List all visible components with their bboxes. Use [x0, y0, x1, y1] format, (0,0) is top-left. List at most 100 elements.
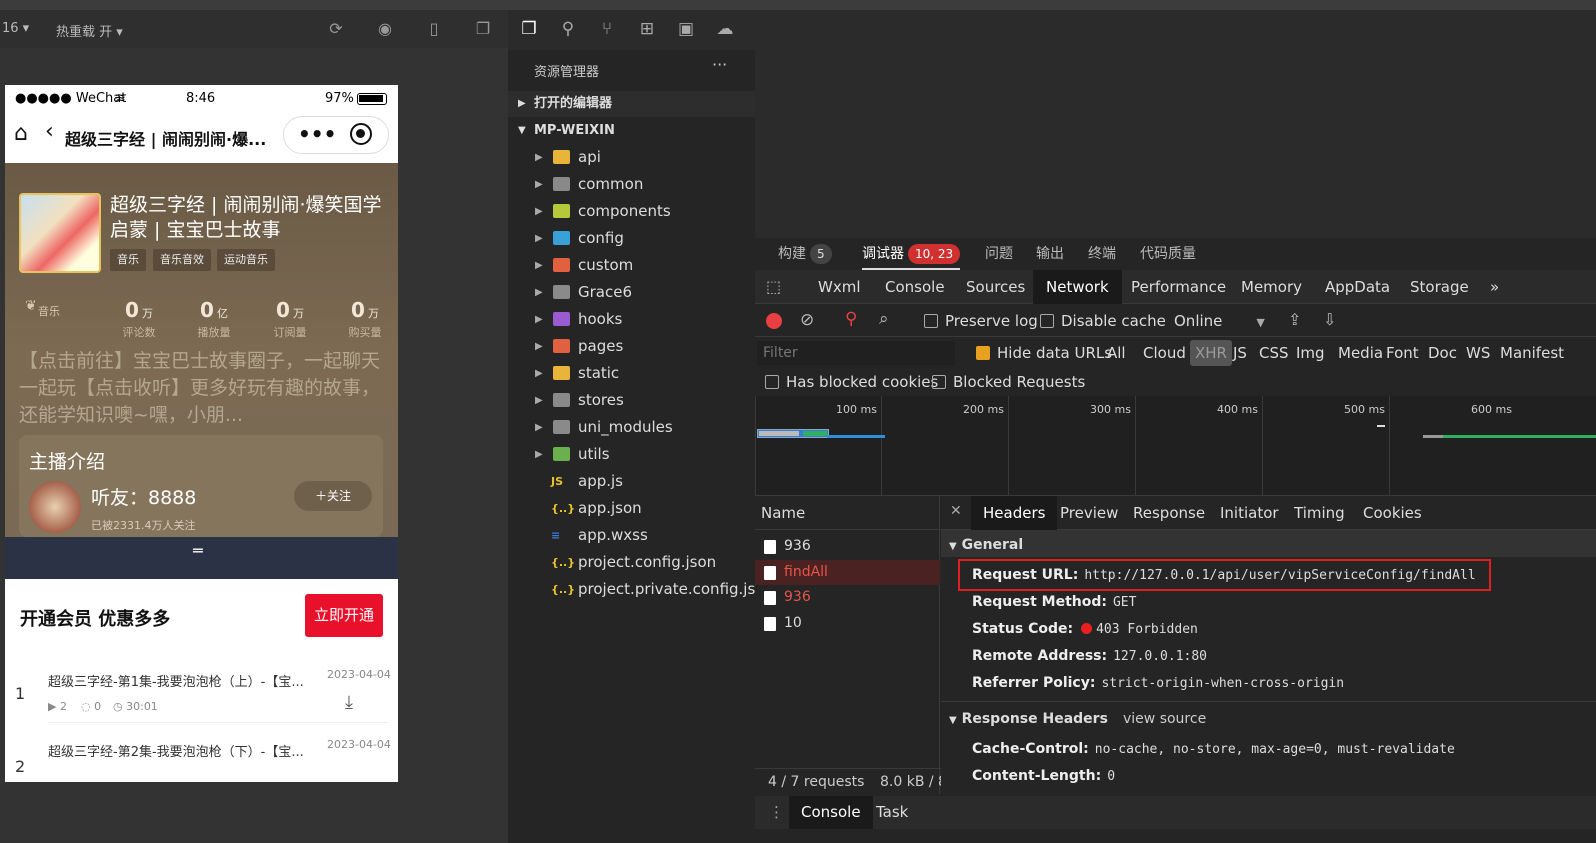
project-section[interactable]: ▼ MP-WEIXIN: [508, 118, 755, 144]
drawer-tab-task[interactable]: Task: [876, 796, 908, 829]
close-icon[interactable]: ✕: [950, 503, 962, 519]
network-overview[interactable]: 100 ms 200 ms 300 ms 400 ms 500 ms 600 m…: [755, 396, 1596, 496]
filter-type[interactable]: WS: [1466, 338, 1490, 368]
folder-item[interactable]: ▶ stores: [508, 387, 755, 414]
response-headers-toggle[interactable]: ▼ Response Headers: [949, 711, 1108, 727]
request-row[interactable]: findAll: [755, 559, 940, 585]
close-capsule-icon[interactable]: [350, 123, 372, 145]
import-icon[interactable]: ⇪: [1288, 310, 1301, 329]
folder-item[interactable]: ▶ api: [508, 144, 755, 171]
drawer-tab-console[interactable]: Console: [789, 796, 873, 829]
disable-cache-checkbox[interactable]: Disable cache: [1040, 312, 1166, 330]
tab-timing[interactable]: Timing: [1282, 496, 1357, 530]
filter-icon[interactable]: ⚲: [845, 309, 857, 329]
explorer-more-icon[interactable]: ···: [712, 55, 727, 74]
extensions-icon[interactable]: ⊞: [636, 18, 658, 40]
drag-divider[interactable]: ═: [5, 537, 398, 579]
stop-icon[interactable]: ◉: [376, 20, 394, 38]
tab-initiator[interactable]: Initiator: [1208, 496, 1291, 530]
chevron-right-icon[interactable]: ▶: [535, 279, 543, 306]
search-icon[interactable]: ⚲: [557, 18, 579, 40]
tab-headers[interactable]: Headers: [971, 496, 1058, 530]
folder-item[interactable]: ▶ utils: [508, 441, 755, 468]
drawer-menu-icon[interactable]: ⋮: [769, 796, 784, 829]
follow-button[interactable]: ＋关注: [294, 481, 372, 511]
request-row[interactable]: 936: [755, 534, 940, 559]
record-icon[interactable]: [766, 313, 782, 329]
request-row[interactable]: 10: [755, 611, 940, 636]
hot-reload-toggle[interactable]: 热重载 开 ▾: [56, 21, 123, 40]
zoom-select[interactable]: 16 ▾: [2, 21, 29, 36]
filter-type[interactable]: All: [1107, 338, 1126, 368]
tab-debugger[interactable]: 调试器 10, 23: [862, 238, 961, 270]
inspect-element-icon[interactable]: ⬚: [766, 277, 781, 296]
chevron-right-icon[interactable]: ▶: [535, 387, 543, 414]
folder-item[interactable]: ▶ config: [508, 225, 755, 252]
vip-open-button[interactable]: 立即开通: [305, 594, 383, 637]
folder-item[interactable]: ▶ pages: [508, 333, 755, 360]
save-icon[interactable]: ▣: [675, 18, 697, 40]
more-tabs-icon[interactable]: »: [1477, 270, 1512, 304]
tab-network[interactable]: Network: [1033, 270, 1122, 304]
chevron-right-icon[interactable]: ▶: [535, 252, 543, 279]
filter-type[interactable]: Font: [1386, 338, 1419, 368]
download-icon[interactable]: ⤓: [345, 692, 353, 713]
tab-response[interactable]: Response: [1121, 496, 1217, 530]
filter-type[interactable]: Img: [1296, 338, 1325, 368]
tab-storage[interactable]: Storage: [1397, 270, 1482, 304]
filter-type[interactable]: Manifest: [1500, 338, 1564, 368]
phone-icon[interactable]: ▯: [425, 20, 443, 38]
back-icon[interactable]: ‹: [45, 119, 54, 144]
export-icon[interactable]: ⇩: [1323, 310, 1336, 329]
window-icon[interactable]: ❐: [474, 20, 492, 38]
tab-appdata[interactable]: AppData: [1312, 270, 1403, 304]
folder-item[interactable]: ▶ uni_modules: [508, 414, 755, 441]
home-icon[interactable]: ⌂: [14, 121, 28, 146]
tab-sources[interactable]: Sources: [953, 270, 1038, 304]
tab-wxml[interactable]: Wxml: [805, 270, 874, 304]
preserve-log-checkbox[interactable]: Preserve log: [924, 312, 1038, 330]
view-source-link[interactable]: view source: [1123, 711, 1206, 727]
blocked-requests-checkbox[interactable]: Blocked Requests: [932, 373, 1085, 391]
tab-cookies[interactable]: Cookies: [1351, 496, 1434, 530]
filter-input[interactable]: [757, 341, 955, 365]
hide-data-urls-checkbox[interactable]: Hide data URLs: [976, 338, 1112, 368]
file-item[interactable]: {..} project.config.json: [508, 549, 755, 576]
folder-item[interactable]: ▶ common: [508, 171, 755, 198]
chevron-right-icon[interactable]: ▶: [535, 333, 543, 360]
episode-item[interactable]: 1 超级三字经-第1集-我要泡泡枪（上）-【宝... 2023-04-04 ▶ …: [5, 654, 398, 724]
docker-icon[interactable]: ☁: [714, 18, 736, 40]
tab-preview[interactable]: Preview: [1048, 496, 1130, 530]
filter-type[interactable]: JS: [1233, 338, 1247, 368]
filter-type-selected[interactable]: XHR: [1190, 340, 1232, 366]
filter-type[interactable]: Doc: [1428, 338, 1457, 368]
more-icon[interactable]: •••: [298, 122, 336, 146]
chevron-right-icon[interactable]: ▶: [535, 225, 543, 252]
episode-item[interactable]: 2 超级三字经-第2集-我要泡泡枪（下）-【宝... 2023-04-04: [5, 724, 398, 782]
search-icon[interactable]: ⌕: [879, 309, 889, 329]
folder-item[interactable]: ▶ custom: [508, 252, 755, 279]
filter-type[interactable]: Media: [1338, 338, 1383, 368]
album-description[interactable]: 【点击前往】宝宝巴士故事圈子，一起聊天一起玩【点击收听】更多好玩有趣的故事，还能…: [19, 348, 389, 429]
tab-console[interactable]: Console: [872, 270, 958, 304]
has-blocked-cookies-checkbox[interactable]: Has blocked cookies: [765, 373, 938, 391]
chevron-right-icon[interactable]: ▶: [535, 198, 543, 225]
file-item[interactable]: JS app.js: [508, 468, 755, 495]
file-item[interactable]: ≡ app.wxss: [508, 522, 755, 549]
chevron-right-icon[interactable]: ▶: [535, 441, 543, 468]
folder-item[interactable]: ▶ components: [508, 198, 755, 225]
chevron-right-icon[interactable]: ▶: [535, 144, 543, 171]
files-icon[interactable]: ❐: [518, 18, 540, 40]
folder-item[interactable]: ▶ static: [508, 360, 755, 387]
tab-terminal[interactable]: 终端: [1088, 238, 1116, 270]
tab-output[interactable]: 输出: [1036, 238, 1064, 270]
tab-build[interactable]: 构建 5: [778, 238, 832, 270]
filter-type[interactable]: Cloud: [1143, 338, 1186, 368]
general-section-toggle[interactable]: ▼ General: [949, 537, 1023, 553]
source-control-icon[interactable]: ⑂: [596, 18, 618, 40]
chevron-right-icon[interactable]: ▶: [535, 306, 543, 333]
chevron-right-icon[interactable]: ▶: [535, 360, 543, 387]
tab-code-quality[interactable]: 代码质量: [1140, 238, 1196, 270]
throttle-select[interactable]: Online ▼: [1174, 312, 1265, 330]
file-item[interactable]: {..} app.json: [508, 495, 755, 522]
